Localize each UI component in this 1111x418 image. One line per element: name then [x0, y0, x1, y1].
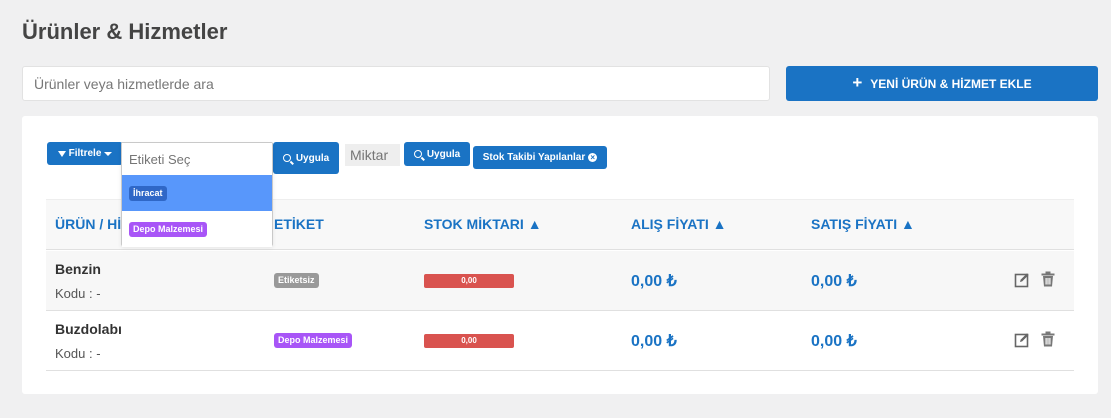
- chip-label: Stok Takibi Yapılanlar: [482, 152, 586, 163]
- product-name[interactable]: Buzdolabı: [55, 321, 122, 337]
- column-header-tag[interactable]: ETİKET: [274, 216, 324, 232]
- dropdown-option-label: Depo Malzemesi: [129, 222, 208, 237]
- trash-icon[interactable]: [1040, 331, 1056, 347]
- table-row[interactable]: [46, 251, 1074, 311]
- stock-quantity: 0,00: [424, 334, 514, 348]
- filter-label: Filtrele: [68, 148, 102, 159]
- dropdown-option[interactable]: İhracat: [122, 175, 272, 211]
- close-icon[interactable]: ×: [588, 153, 598, 162]
- apply-label: Uygula: [426, 148, 461, 160]
- tag-badge: Depo Malzemesi: [274, 333, 353, 348]
- column-header-sell-price[interactable]: SATIŞ FİYATI ▲: [811, 216, 915, 232]
- edit-icon[interactable]: [1014, 332, 1030, 348]
- column-header-product[interactable]: ÜRÜN / HİZ: [55, 216, 130, 232]
- page-title: Ürünler & Hizmetler: [22, 19, 228, 44]
- sell-price: 0,00 ₺: [811, 273, 857, 290]
- search-input[interactable]: [22, 66, 770, 101]
- trash-icon[interactable]: [1040, 271, 1056, 287]
- search-icon: [413, 150, 422, 158]
- funnel-icon: [57, 150, 66, 157]
- add-button-label: YENİ ÜRÜN & HİZMET EKLE: [870, 76, 1032, 91]
- buy-price: 0,00 ₺: [631, 273, 677, 290]
- quantity-input[interactable]: [345, 144, 400, 166]
- apply-tag-button[interactable]: Uygula: [273, 142, 339, 174]
- edit-icon[interactable]: [1014, 272, 1030, 288]
- search-icon: [282, 154, 291, 162]
- tag-select-input[interactable]: [122, 143, 272, 175]
- buy-price: 0,00 ₺: [631, 333, 677, 350]
- tag-select-dropdown: İhracat Depo Malzemesi: [121, 142, 273, 247]
- add-product-service-button[interactable]: + YENİ ÜRÜN & HİZMET EKLE: [786, 66, 1098, 101]
- table-row[interactable]: [46, 311, 1074, 371]
- tag-badge: Etiketsiz: [274, 273, 319, 288]
- product-code: Kodu : -: [55, 346, 101, 361]
- dropdown-option[interactable]: Depo Malzemesi: [122, 211, 272, 247]
- stock-tracked-chip[interactable]: Stok Takibi Yapılanlar ×: [473, 146, 607, 169]
- dropdown-option-label: İhracat: [129, 186, 167, 201]
- filter-button[interactable]: Filtrele: [47, 142, 123, 165]
- column-header-stock[interactable]: STOK MİKTARI ▲: [424, 216, 542, 232]
- sell-price: 0,00 ₺: [811, 333, 857, 350]
- plus-icon: +: [852, 73, 863, 92]
- stock-quantity: 0,00: [424, 274, 514, 288]
- apply-label: Uygula: [295, 152, 330, 164]
- caret-down-icon: [104, 151, 113, 156]
- apply-quantity-button[interactable]: Uygula: [404, 142, 470, 166]
- product-name[interactable]: Benzin: [55, 261, 101, 277]
- product-code: Kodu : -: [55, 286, 101, 301]
- column-header-buy-price[interactable]: ALIŞ FİYATI ▲: [631, 216, 727, 232]
